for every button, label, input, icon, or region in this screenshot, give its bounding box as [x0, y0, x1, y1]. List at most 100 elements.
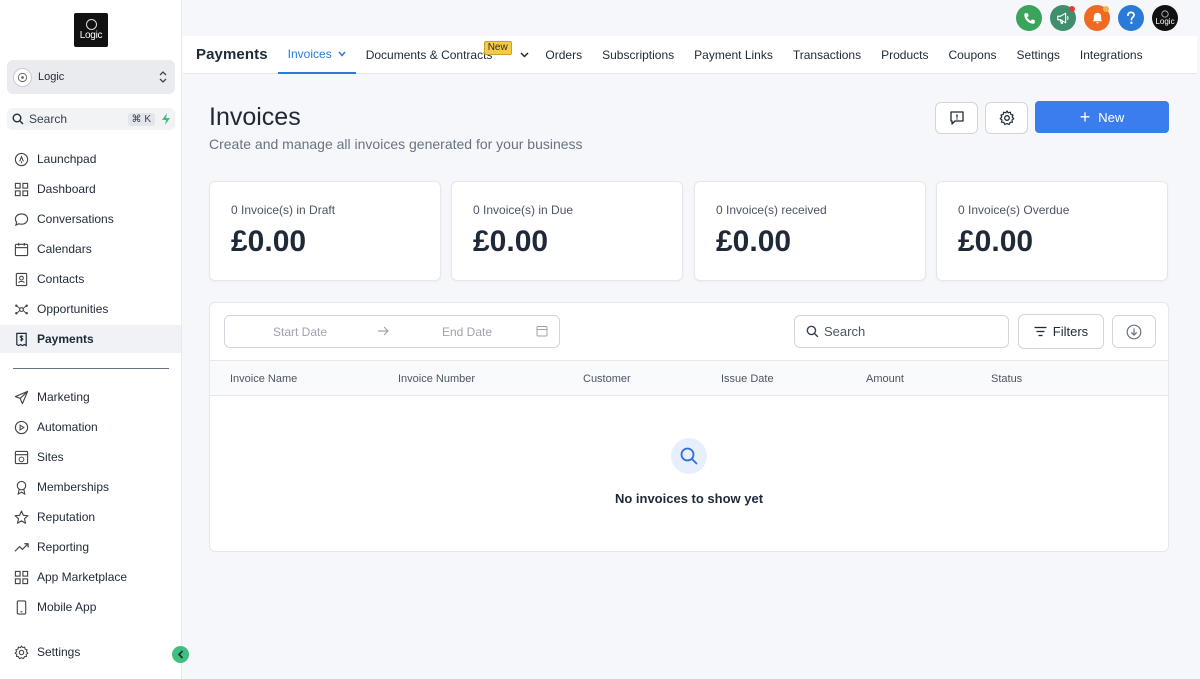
column-header[interactable]: Amount — [866, 373, 904, 385]
sidebar-item-label: Opportunities — [37, 302, 109, 316]
bolt-icon[interactable] — [161, 113, 171, 125]
sidebar-item-contacts[interactable]: Contacts — [0, 265, 181, 293]
tab-payment-links[interactable]: Payment Links — [684, 36, 783, 74]
stat-value: £0.00 — [473, 225, 549, 258]
send-icon — [13, 389, 30, 406]
sidebar-item-label: Launchpad — [37, 152, 97, 166]
chevron-down-icon — [338, 51, 346, 57]
sidebar-item-memberships[interactable]: Memberships — [0, 473, 181, 501]
chat-icon — [13, 211, 30, 228]
column-header[interactable]: Invoice Number — [398, 373, 475, 385]
sidebar-item-payments[interactable]: Payments — [0, 325, 181, 353]
phone-button[interactable] — [1016, 5, 1042, 31]
tab-transactions[interactable]: Transactions — [783, 36, 871, 74]
avatar-text: Logic — [1155, 17, 1175, 26]
filters-label: Filters — [1052, 324, 1089, 339]
bell-icon — [1092, 12, 1102, 24]
sidebar-item-automation[interactable]: Automation — [0, 413, 181, 441]
sidebar-item-label: Conversations — [37, 212, 114, 226]
launchpad-icon — [13, 151, 30, 168]
sidebar-item-label: Reporting — [37, 540, 90, 554]
column-header[interactable]: Issue Date — [721, 373, 774, 385]
sidebar-item-app-marketplace[interactable]: App Marketplace — [0, 563, 181, 591]
trend-icon — [13, 539, 30, 556]
sidebar-item-conversations[interactable]: Conversations — [0, 205, 181, 233]
tab-label: Coupons — [948, 47, 997, 62]
help-button[interactable] — [1118, 5, 1144, 31]
stat-label: 0 Invoice(s) Overdue — [958, 203, 1070, 217]
notifications-button[interactable] — [1084, 5, 1110, 31]
logo-text: Logic — [79, 30, 103, 41]
sidebar-item-sites[interactable]: Sites — [0, 443, 181, 471]
gear-icon — [13, 644, 30, 661]
sidebar-item-label: Memberships — [37, 480, 110, 494]
collapse-sidebar-button[interactable] — [172, 646, 189, 663]
user-avatar[interactable]: Logic — [1152, 5, 1178, 31]
tab-coupons[interactable]: Coupons — [938, 36, 1006, 74]
search-input[interactable] — [824, 324, 994, 339]
stat-value: £0.00 — [231, 225, 307, 258]
tab-documents-contracts[interactable]: Documents & Contracts New — [356, 36, 515, 74]
stat-label: 0 Invoice(s) in Due — [473, 203, 574, 217]
sidebar-item-reporting[interactable]: Reporting — [0, 533, 181, 561]
end-date-input[interactable]: End Date — [442, 325, 492, 339]
search-icon — [12, 113, 24, 125]
tab-integrations[interactable]: Integrations — [1070, 36, 1153, 74]
sidebar-item-reputation[interactable]: Reputation — [0, 503, 181, 531]
sidebar-item-dashboard[interactable]: Dashboard — [0, 175, 181, 203]
company-logo[interactable]: Logic — [74, 13, 108, 47]
tab-products[interactable]: Products — [871, 36, 938, 74]
search-icon — [680, 447, 698, 465]
download-button[interactable] — [1112, 315, 1156, 348]
download-icon — [1126, 324, 1142, 339]
filters-button[interactable]: Filters — [1018, 314, 1104, 349]
stat-card-received: 0 Invoice(s) received £0.00 — [694, 181, 926, 281]
tab-settings[interactable]: Settings — [1007, 36, 1070, 74]
tab-orders[interactable]: Orders — [535, 36, 592, 74]
sidebar-search-label: Search — [29, 112, 68, 126]
new-badge: New — [483, 40, 512, 55]
sidebar-item-label: Calendars — [37, 242, 92, 256]
sidebar-item-label: Marketing — [37, 390, 90, 404]
date-range-picker[interactable]: Start Date End Date — [224, 315, 560, 348]
notification-dot — [1069, 6, 1075, 12]
tab-invoices[interactable]: Invoices — [277, 36, 356, 74]
column-header[interactable]: Status — [991, 373, 1022, 385]
account-avatar — [13, 67, 32, 87]
sidebar-item-calendars[interactable]: Calendars — [0, 235, 181, 263]
sidebar-item-label: Settings — [37, 645, 81, 659]
account-switcher[interactable]: Logic — [7, 60, 175, 94]
tab-label: Transactions — [792, 47, 862, 62]
more-tabs-dropdown[interactable] — [514, 36, 535, 74]
sidebar-item-launchpad[interactable]: Launchpad — [0, 145, 181, 173]
column-header[interactable]: Invoice Name — [230, 373, 297, 385]
settings-button[interactable] — [985, 102, 1028, 134]
feedback-button[interactable] — [935, 102, 978, 134]
account-name: Logic — [38, 71, 65, 83]
start-date-input[interactable]: Start Date — [273, 325, 327, 339]
sidebar-item-marketing[interactable]: Marketing — [0, 383, 181, 411]
sidebar-item-label: Mobile App — [37, 600, 97, 614]
announcements-button[interactable] — [1050, 5, 1076, 31]
globe-icon — [85, 19, 97, 30]
empty-state-search-icon — [671, 438, 707, 474]
tab-label: Orders — [545, 47, 583, 62]
sidebar-search[interactable]: Search ⌘ K — [7, 108, 175, 130]
sidebar-item-label: App Marketplace — [37, 570, 128, 584]
sidebar-item-mobile-app[interactable]: Mobile App — [0, 593, 181, 621]
tab-subscriptions[interactable]: Subscriptions — [592, 36, 684, 74]
stat-card-draft: 0 Invoice(s) in Draft £0.00 — [209, 181, 441, 281]
invoice-search[interactable] — [794, 315, 1009, 348]
star-icon — [13, 509, 30, 526]
tab-label: Payment Links — [694, 47, 773, 62]
calendar-icon — [13, 241, 30, 258]
sidebar-item-settings[interactable]: Settings — [0, 638, 181, 666]
new-invoice-button[interactable]: + New — [1035, 101, 1169, 133]
gear-icon — [999, 110, 1014, 126]
sidebar-item-opportunities[interactable]: Opportunities — [0, 295, 181, 323]
location-icon — [17, 72, 28, 82]
tab-label: Integrations — [1079, 47, 1143, 62]
column-header[interactable]: Customer — [583, 373, 631, 385]
notification-dot — [1103, 6, 1109, 12]
apps-icon — [13, 569, 30, 586]
